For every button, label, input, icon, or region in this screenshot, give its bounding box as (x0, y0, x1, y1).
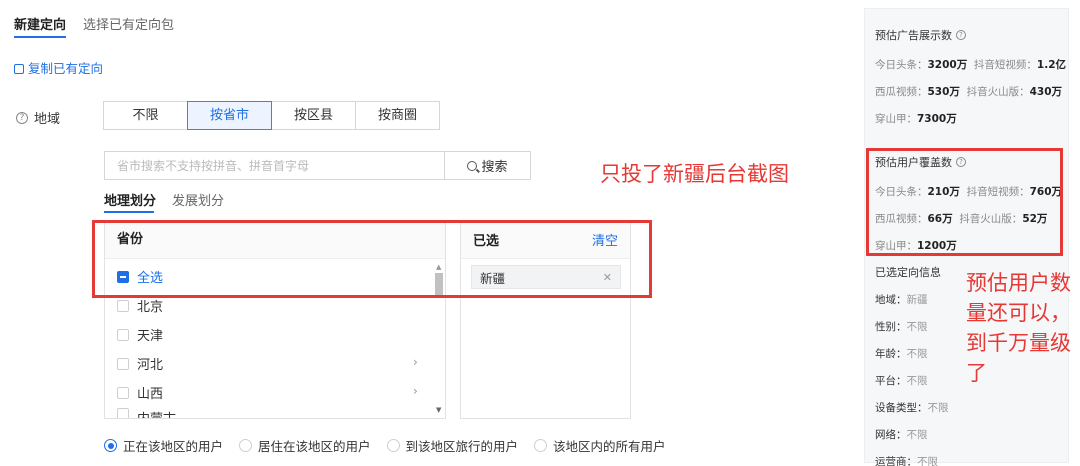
info-row: 地域：新疆 (875, 292, 949, 307)
region-segmented-control: 不限 按省市 按区县 按商圈 (103, 101, 440, 130)
segment-by-province[interactable]: 按省市 (187, 101, 272, 130)
metric-key: 西瓜视频： (875, 86, 928, 98)
search-button[interactable]: 搜索 (444, 152, 530, 179)
metric-value: 3200万 (927, 59, 968, 71)
subtab-geographic[interactable]: 地理划分 (104, 190, 156, 209)
audience-radio-group: 正在该地区的用户 居住在该地区的用户 到该地区旅行的用户 该地区内的所有用户 (104, 436, 682, 455)
info-row: 设备类型：不限 (875, 400, 949, 415)
tab-underline (14, 36, 66, 38)
info-row: 平台：不限 (875, 373, 949, 388)
metric-value: 530万 (927, 86, 960, 98)
metric-value: 430万 (1029, 86, 1063, 98)
radio-currently-in-region[interactable]: 正在该地区的用户 (104, 436, 223, 455)
copy-targeting-link[interactable]: 复制已有定向 (14, 58, 103, 77)
annotation-box-coverage (866, 148, 1063, 256)
info-key: 年龄： (875, 348, 907, 360)
province-item-tianjin[interactable]: 天津 (117, 325, 163, 344)
metric-key: 抖音短视频： (973, 59, 1037, 71)
scroll-down-arrow-icon[interactable]: ▼ (436, 406, 441, 414)
chevron-right-icon[interactable]: › (413, 384, 418, 398)
checkbox-icon (117, 357, 129, 370)
info-key: 运营商： (875, 456, 917, 466)
region-label-text: 地域 (34, 112, 61, 127)
help-icon[interactable]: ? (16, 111, 28, 124)
info-key: 平台： (875, 375, 907, 387)
province-label: 北京 (137, 300, 164, 315)
impressions-title: 预估广告展示数 ? (875, 27, 1066, 43)
info-key: 网络： (875, 429, 907, 441)
selected-info-title: 已选定向信息 (875, 266, 941, 279)
info-row: 年龄：不限 (875, 346, 949, 361)
info-value: 新疆 (906, 294, 928, 306)
info-key: 地域： (875, 294, 907, 306)
radio-label: 正在该地区的用户 (123, 439, 224, 454)
annotation-note-xinjiang: 只投了新疆后台截图 (600, 162, 789, 186)
checkbox-icon (117, 328, 129, 341)
segment-by-business-district[interactable]: 按商圈 (355, 101, 440, 130)
impressions-block: 预估广告展示数 ? 今日头条：3200万 抖音短视频：1.2亿 西瓜视频：530… (875, 27, 1066, 126)
radio-all-in-region[interactable]: 该地区内的所有用户 (534, 436, 666, 455)
radio-icon (239, 439, 253, 452)
info-row: 运营商：不限 (875, 454, 949, 466)
copy-targeting-label: 复制已有定向 (28, 61, 104, 76)
impressions-row: 西瓜视频：530万 抖音火山版：430万 (875, 84, 1066, 99)
info-key: 性别： (875, 321, 907, 333)
info-value: 不限 (927, 402, 949, 414)
province-item-beijing[interactable]: 北京 (117, 296, 163, 315)
info-value: 不限 (917, 456, 938, 466)
copy-icon (14, 63, 24, 74)
subtab-underline (104, 211, 154, 213)
radio-label: 该地区内的所有用户 (553, 439, 666, 454)
province-label: 内蒙古 (137, 408, 176, 418)
province-item-hebei[interactable]: 河北 (117, 354, 163, 373)
info-key: 设备类型： (875, 402, 928, 414)
impressions-title-text: 预估广告展示数 (875, 29, 952, 42)
impressions-row: 穿山甲：7300万 (875, 111, 1066, 126)
info-row: 网络：不限 (875, 427, 949, 442)
impressions-row: 今日头条：3200万 抖音短视频：1.2亿 (875, 57, 1066, 72)
province-label: 河北 (137, 358, 164, 373)
checkbox-icon (117, 408, 129, 418)
metric-value: 1.2亿 (1036, 59, 1067, 71)
help-icon[interactable]: ? (956, 30, 966, 40)
info-row: 性别：不限 (875, 319, 949, 334)
checkbox-icon (117, 386, 129, 399)
radio-checked-icon (104, 439, 117, 452)
metric-value: 7300万 (917, 113, 957, 125)
selected-info-block: 已选定向信息 地域：新疆 性别：不限 年龄：不限 平台：不限 设备类型：不限 网… (875, 264, 949, 466)
radio-traveling-to-region[interactable]: 到该地区旅行的用户 (386, 436, 519, 455)
search-button-label: 搜索 (481, 160, 508, 175)
info-value: 不限 (906, 429, 928, 441)
metric-key: 穿山甲： (875, 113, 917, 125)
province-item-neimenggu[interactable]: 内蒙古 (117, 408, 176, 418)
radio-living-in-region[interactable]: 居住在该地区的用户 (239, 436, 371, 455)
radio-label: 居住在该地区的用户 (258, 439, 371, 454)
radio-icon (386, 439, 400, 452)
segment-by-county[interactable]: 按区县 (271, 101, 356, 130)
segment-unlimited[interactable]: 不限 (103, 101, 188, 130)
province-item-shanxi[interactable]: 山西 (117, 383, 163, 402)
annotation-note-estimate: 预估用户数量还可以，到千万量级了 (966, 271, 1071, 385)
annotation-box-province (92, 220, 652, 298)
radio-icon (534, 439, 548, 452)
info-value: 不限 (906, 348, 928, 360)
radio-label: 到该地区旅行的用户 (405, 439, 519, 454)
tab-new-targeting[interactable]: 新建定向 (14, 14, 66, 33)
province-search: 搜索 (104, 151, 531, 180)
search-input[interactable] (105, 152, 444, 179)
info-value: 不限 (906, 321, 928, 333)
search-icon (467, 160, 478, 171)
subtab-development[interactable]: 发展划分 (172, 190, 224, 209)
checkbox-icon (117, 299, 129, 312)
province-label: 天津 (137, 329, 164, 344)
province-label: 山西 (137, 387, 164, 402)
info-value: 不限 (906, 375, 928, 387)
metric-key: 今日头条： (875, 59, 928, 71)
chevron-right-icon[interactable]: › (413, 355, 418, 369)
region-label: ? 地域 (16, 108, 60, 127)
tab-existing-package[interactable]: 选择已有定向包 (83, 14, 174, 33)
metric-key: 抖音火山版： (966, 86, 1030, 98)
